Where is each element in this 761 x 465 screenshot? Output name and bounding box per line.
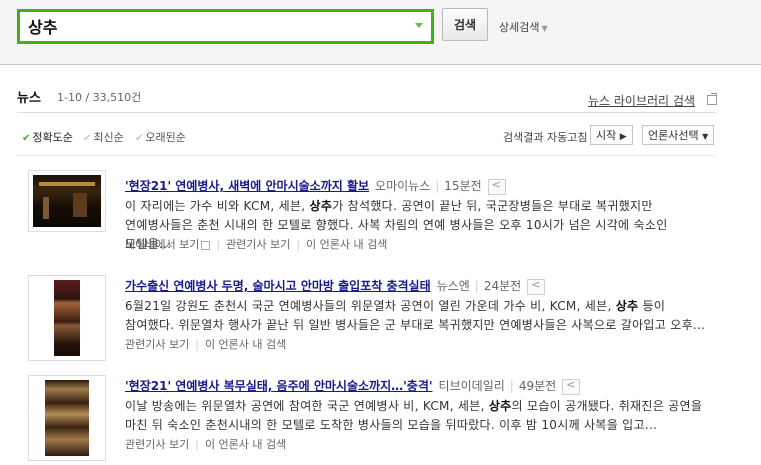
news-library-link[interactable]: 뉴스 라이브러리 검색	[588, 92, 695, 109]
autocorrect-start-button[interactable]: 시작 ▶	[590, 125, 633, 145]
snippet-text: 이날 방송에는 위문열차 공연에 참여한 국군 연예병사 비, KCM, 세븐,	[125, 399, 489, 413]
photo-strip	[54, 280, 80, 356]
snippet-keyword: 상추	[488, 399, 512, 413]
search-header: 검색 상세검색▼	[0, 0, 761, 65]
result-thumbnail[interactable]	[28, 375, 106, 461]
separator: |	[509, 379, 514, 393]
press-select-label: 언론사선택	[648, 129, 699, 142]
result-title[interactable]: 가수출신 연예병사 두명, 술마시고 안마방 출입포착 충격실태	[125, 279, 431, 293]
share-icon[interactable]	[527, 278, 546, 295]
separator: |	[195, 338, 199, 351]
related-articles-link[interactable]: 관련기사 보기	[226, 238, 290, 251]
autocomplete-arrow-icon[interactable]	[415, 23, 423, 28]
result-title-line: '현장21' 연예병사 복무실태, 음주에 안마시술소까지…'충격' 티브이데일리…	[125, 377, 581, 395]
section-title: 뉴스	[17, 91, 41, 106]
caret-down-icon: ▼	[702, 132, 709, 141]
sort-accuracy[interactable]: ✔ 정확도순	[22, 129, 73, 145]
result-title-line: '현장21' 연예병사, 새벽에 안마시술소까지 활보 오마이뉴스 | 15분전	[125, 177, 506, 195]
sort-latest[interactable]: ✔ 최신순	[83, 129, 124, 145]
check-icon: ✔	[22, 133, 31, 144]
share-icon[interactable]	[562, 378, 581, 395]
snippet-keyword: 상추	[615, 299, 639, 313]
search-button[interactable]: 검색	[442, 8, 488, 41]
view-icon	[201, 240, 211, 250]
snippet-text: 6월21일 강원도 춘천시 국군 연예병사들의 위문열차 공연이 열린 가운데 …	[125, 299, 616, 313]
separator: |	[474, 279, 479, 293]
press-select-button[interactable]: 언론사선택 ▼	[642, 125, 715, 145]
result-count: 1-10 / 33,510건	[57, 91, 142, 104]
naver-view-link[interactable]: 네이버에서 보기	[125, 238, 211, 251]
result-snippet: 6월21일 강원도 춘천시 국군 연예병사들의 위문열차 공연이 열린 가운데 …	[125, 297, 715, 335]
result-source[interactable]: 오마이뉴스	[375, 179, 430, 193]
result-title[interactable]: '현장21' 연예병사 복무실태, 음주에 안마시술소까지…'충격'	[125, 379, 433, 393]
result-time: 15분전	[444, 179, 482, 193]
result-thumbnail[interactable]	[28, 275, 106, 361]
caret-down-icon: ▼	[541, 24, 548, 33]
sort-oldest[interactable]: ✔ 오래된순	[135, 129, 186, 145]
start-label: 시작	[596, 129, 617, 142]
divider	[17, 155, 716, 156]
check-icon: ✔	[83, 133, 92, 144]
result-links: 관련기사 보기 | 이 언론사 내 검색	[125, 336, 286, 352]
snippet-keyword: 상추	[309, 199, 333, 213]
link-label: 네이버에서 보기	[125, 238, 200, 251]
result-source[interactable]: 티브이데일리	[439, 379, 505, 393]
advanced-search-link[interactable]: 상세검색 ▼	[499, 19, 548, 35]
result-time: 49분전	[518, 379, 557, 393]
divider	[17, 112, 716, 113]
search-input[interactable]	[28, 15, 398, 37]
result-title-line: 가수출신 연예병사 두명, 술마시고 안마방 출입포착 충격실태 뉴스엔 | 24분전	[125, 277, 546, 295]
press-search-link[interactable]: 이 언론사 내 검색	[205, 338, 286, 351]
press-search-link[interactable]: 이 언론사 내 검색	[205, 438, 286, 451]
result-source[interactable]: 뉴스엔	[437, 279, 470, 293]
separator: |	[195, 438, 199, 451]
result-snippet: 이날 방송에는 위문열차 공연에 참여한 국군 연예병사 비, KCM, 세븐,…	[125, 397, 715, 435]
result-title[interactable]: '현장21' 연예병사, 새벽에 안마시술소까지 활보	[125, 179, 369, 193]
advanced-search-label: 상세검색	[499, 21, 540, 34]
photo-strip	[45, 380, 89, 456]
result-thumbnail[interactable]	[28, 170, 106, 232]
result-links: 네이버에서 보기 | 관련기사 보기 | 이 언론사 내 검색	[125, 236, 387, 252]
autocorrect-label: 검색결과 자동고침	[503, 131, 588, 144]
press-search-link[interactable]: 이 언론사 내 검색	[306, 238, 387, 251]
play-icon: ▶	[619, 132, 627, 142]
separator: |	[435, 179, 440, 193]
related-articles-link[interactable]: 관련기사 보기	[125, 338, 189, 351]
photo-night-street	[33, 175, 101, 227]
separator: |	[216, 238, 221, 251]
snippet-text: 이 자리에는 가수 비와 KCM, 세븐,	[125, 199, 310, 213]
result-time: 24분전	[483, 279, 522, 293]
result-links: 관련기사 보기 | 이 언론사 내 검색	[125, 436, 286, 452]
sort-label: 정확도순	[32, 131, 73, 144]
sort-label: 최신순	[93, 131, 124, 144]
search-box[interactable]	[17, 9, 434, 44]
share-icon[interactable]	[487, 178, 506, 195]
related-articles-link[interactable]: 관련기사 보기	[125, 438, 189, 451]
separator: |	[296, 238, 300, 251]
check-icon: ✔	[135, 133, 144, 144]
sort-label: 오래된순	[145, 131, 186, 144]
new-window-icon	[707, 93, 717, 105]
